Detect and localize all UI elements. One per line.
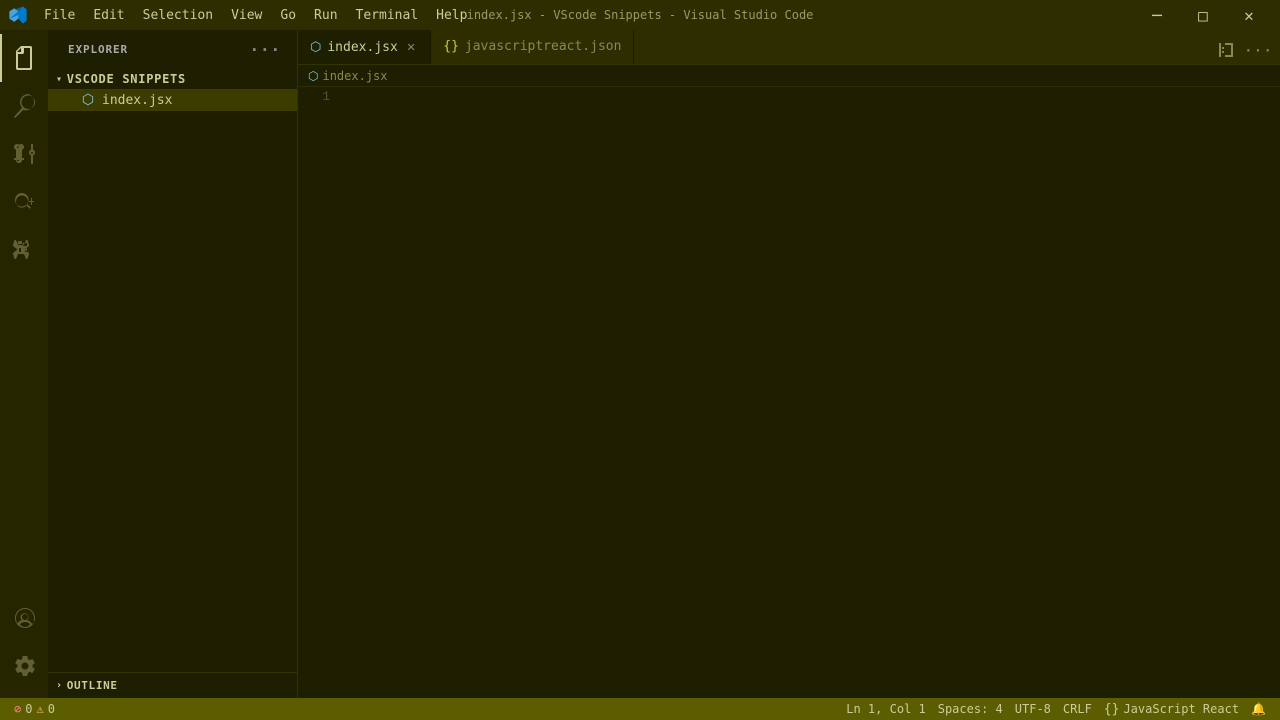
breadcrumb-file-icon: ⬡: [308, 69, 318, 83]
more-actions-button[interactable]: ···: [1244, 36, 1272, 64]
cursor-position[interactable]: Ln 1, Col 1: [840, 698, 931, 720]
indentation[interactable]: Spaces: 4: [932, 698, 1009, 720]
menu-edit[interactable]: Edit: [85, 6, 132, 25]
encoding[interactable]: UTF-8: [1009, 698, 1057, 720]
menu-selection[interactable]: Selection: [135, 6, 221, 25]
error-number: 0: [25, 702, 32, 716]
file-item-index-jsx[interactable]: ⬡ index.jsx: [48, 89, 297, 111]
line-ending[interactable]: CRLF: [1057, 698, 1098, 720]
close-button[interactable]: ✕: [1226, 0, 1272, 30]
extensions-activity-icon[interactable]: [0, 226, 48, 274]
outline-section: › OUTLINE: [48, 672, 297, 698]
warning-icon: ⚠: [36, 702, 43, 716]
minimize-button[interactable]: ─: [1134, 0, 1180, 30]
jsx-tab-icon: ⬡: [310, 40, 321, 55]
line-numbers: 1: [298, 87, 338, 698]
json-tab-icon: {}: [443, 39, 459, 54]
language-mode[interactable]: {} JavaScript React: [1098, 698, 1245, 720]
code-editor[interactable]: 1: [298, 87, 1280, 698]
jsx-file-icon: ⬡: [80, 92, 96, 108]
sidebar-more-options-button[interactable]: ···: [245, 38, 285, 61]
tab-label-json: javascriptreact.json: [465, 39, 622, 54]
tab-bar: ⬡ index.jsx ✕ {} javascriptreact.json ··…: [298, 30, 1280, 65]
file-name: index.jsx: [102, 93, 172, 108]
settings-activity-icon[interactable]: [0, 642, 48, 690]
folder-section: ▾ VSCODE SNIPPETS ⬡ index.jsx: [48, 69, 297, 111]
sidebar-header: Explorer ···: [48, 30, 297, 69]
sidebar: Explorer ··· ▾ VSCODE SNIPPETS ⬡ index.j…: [48, 30, 298, 698]
outline-header[interactable]: › OUTLINE: [48, 673, 297, 698]
menu-terminal[interactable]: Terminal: [348, 6, 427, 25]
notification-bell-icon: 🔔: [1251, 702, 1266, 716]
window-title: index.jsx - VScode Snippets - Visual Stu…: [467, 8, 814, 22]
notifications-button[interactable]: 🔔: [1245, 698, 1272, 720]
window-controls: ─ □ ✕: [1134, 0, 1272, 30]
editor-area: ⬡ index.jsx ✕ {} javascriptreact.json ··…: [298, 30, 1280, 698]
menu-view[interactable]: View: [223, 6, 270, 25]
chevron-right-icon: ›: [56, 680, 63, 691]
line-number-1: 1: [298, 87, 330, 106]
language-label: JavaScript React: [1123, 702, 1239, 716]
menu-go[interactable]: Go: [272, 6, 304, 25]
title-bar: File Edit Selection View Go Run Terminal…: [0, 0, 1280, 30]
folder-name: VSCODE SNIPPETS: [67, 72, 186, 86]
run-debug-activity-icon[interactable]: [0, 178, 48, 226]
language-icon: {}: [1104, 702, 1120, 717]
source-control-activity-icon[interactable]: [0, 130, 48, 178]
tab-label-index-jsx: index.jsx: [327, 40, 397, 55]
tab-index-jsx[interactable]: ⬡ index.jsx ✕: [298, 30, 431, 64]
folder-header[interactable]: ▾ VSCODE SNIPPETS: [48, 69, 297, 89]
error-icon: ⊘: [14, 702, 21, 716]
outline-label: OUTLINE: [67, 679, 118, 692]
tab-close-button[interactable]: ✕: [404, 38, 418, 56]
activity-bar-bottom: [0, 594, 48, 698]
status-bar: ⊘ 0 ⚠ 0 Ln 1, Col 1 Spaces: 4 UTF-8 CRLF…: [0, 698, 1280, 720]
accounts-activity-icon[interactable]: [0, 594, 48, 642]
code-line-1: [346, 87, 1280, 106]
breadcrumb: ⬡ index.jsx: [298, 65, 1280, 87]
breadcrumb-filename: index.jsx: [322, 69, 387, 83]
menu-file[interactable]: File: [36, 6, 83, 25]
chevron-down-icon: ▾: [56, 74, 63, 85]
tab-javascriptreact-json[interactable]: {} javascriptreact.json: [431, 30, 634, 64]
explorer-activity-icon[interactable]: [0, 34, 48, 82]
maximize-button[interactable]: □: [1180, 0, 1226, 30]
error-count[interactable]: ⊘ 0 ⚠ 0: [8, 698, 61, 720]
search-activity-icon[interactable]: [0, 82, 48, 130]
tab-actions: ···: [1204, 36, 1280, 64]
menu-bar: File Edit Selection View Go Run Terminal…: [36, 6, 475, 25]
code-content[interactable]: [338, 87, 1280, 698]
explorer-label: Explorer: [68, 43, 128, 56]
split-editor-button[interactable]: [1212, 36, 1240, 64]
vscode-logo-icon: [8, 5, 28, 25]
menu-run[interactable]: Run: [306, 6, 345, 25]
warning-number: 0: [48, 702, 55, 716]
main-area: Explorer ··· ▾ VSCODE SNIPPETS ⬡ index.j…: [0, 30, 1280, 698]
activity-bar: [0, 30, 48, 698]
